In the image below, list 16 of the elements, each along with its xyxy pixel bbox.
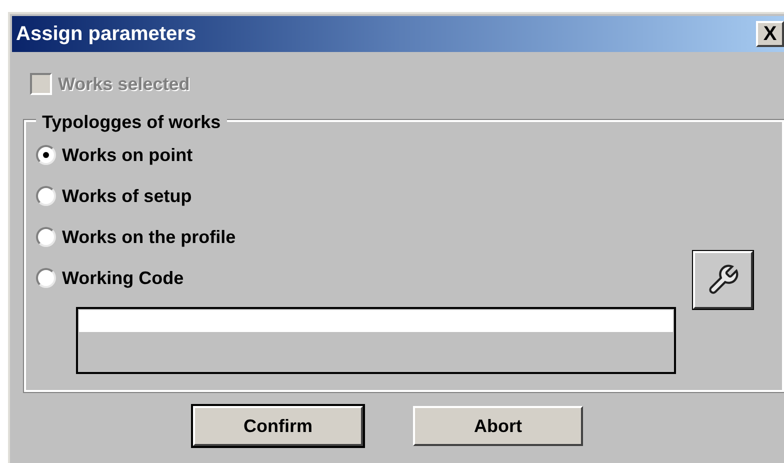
radio-label: Works of setup <box>62 184 192 208</box>
wrench-button[interactable] <box>693 251 753 309</box>
dialog-button[interactable]: Abort <box>413 406 583 446</box>
radio-button[interactable] <box>36 186 56 206</box>
radio-label: Works on point <box>62 144 193 167</box>
window-title: Assign parameters <box>16 22 196 47</box>
radio-label: Working Code <box>62 266 184 290</box>
checkbox-label: Works selected <box>58 72 190 96</box>
close-button[interactable]: X <box>756 21 784 47</box>
wrench-icon <box>706 263 740 297</box>
dialog-button[interactable]: Confirm <box>193 406 363 446</box>
radio-button[interactable] <box>36 145 56 165</box>
radio-button[interactable] <box>36 227 56 247</box>
code-list[interactable] <box>76 307 676 374</box>
radio-label: Works on the profile <box>62 226 236 249</box>
radio-button[interactable] <box>36 268 56 288</box>
